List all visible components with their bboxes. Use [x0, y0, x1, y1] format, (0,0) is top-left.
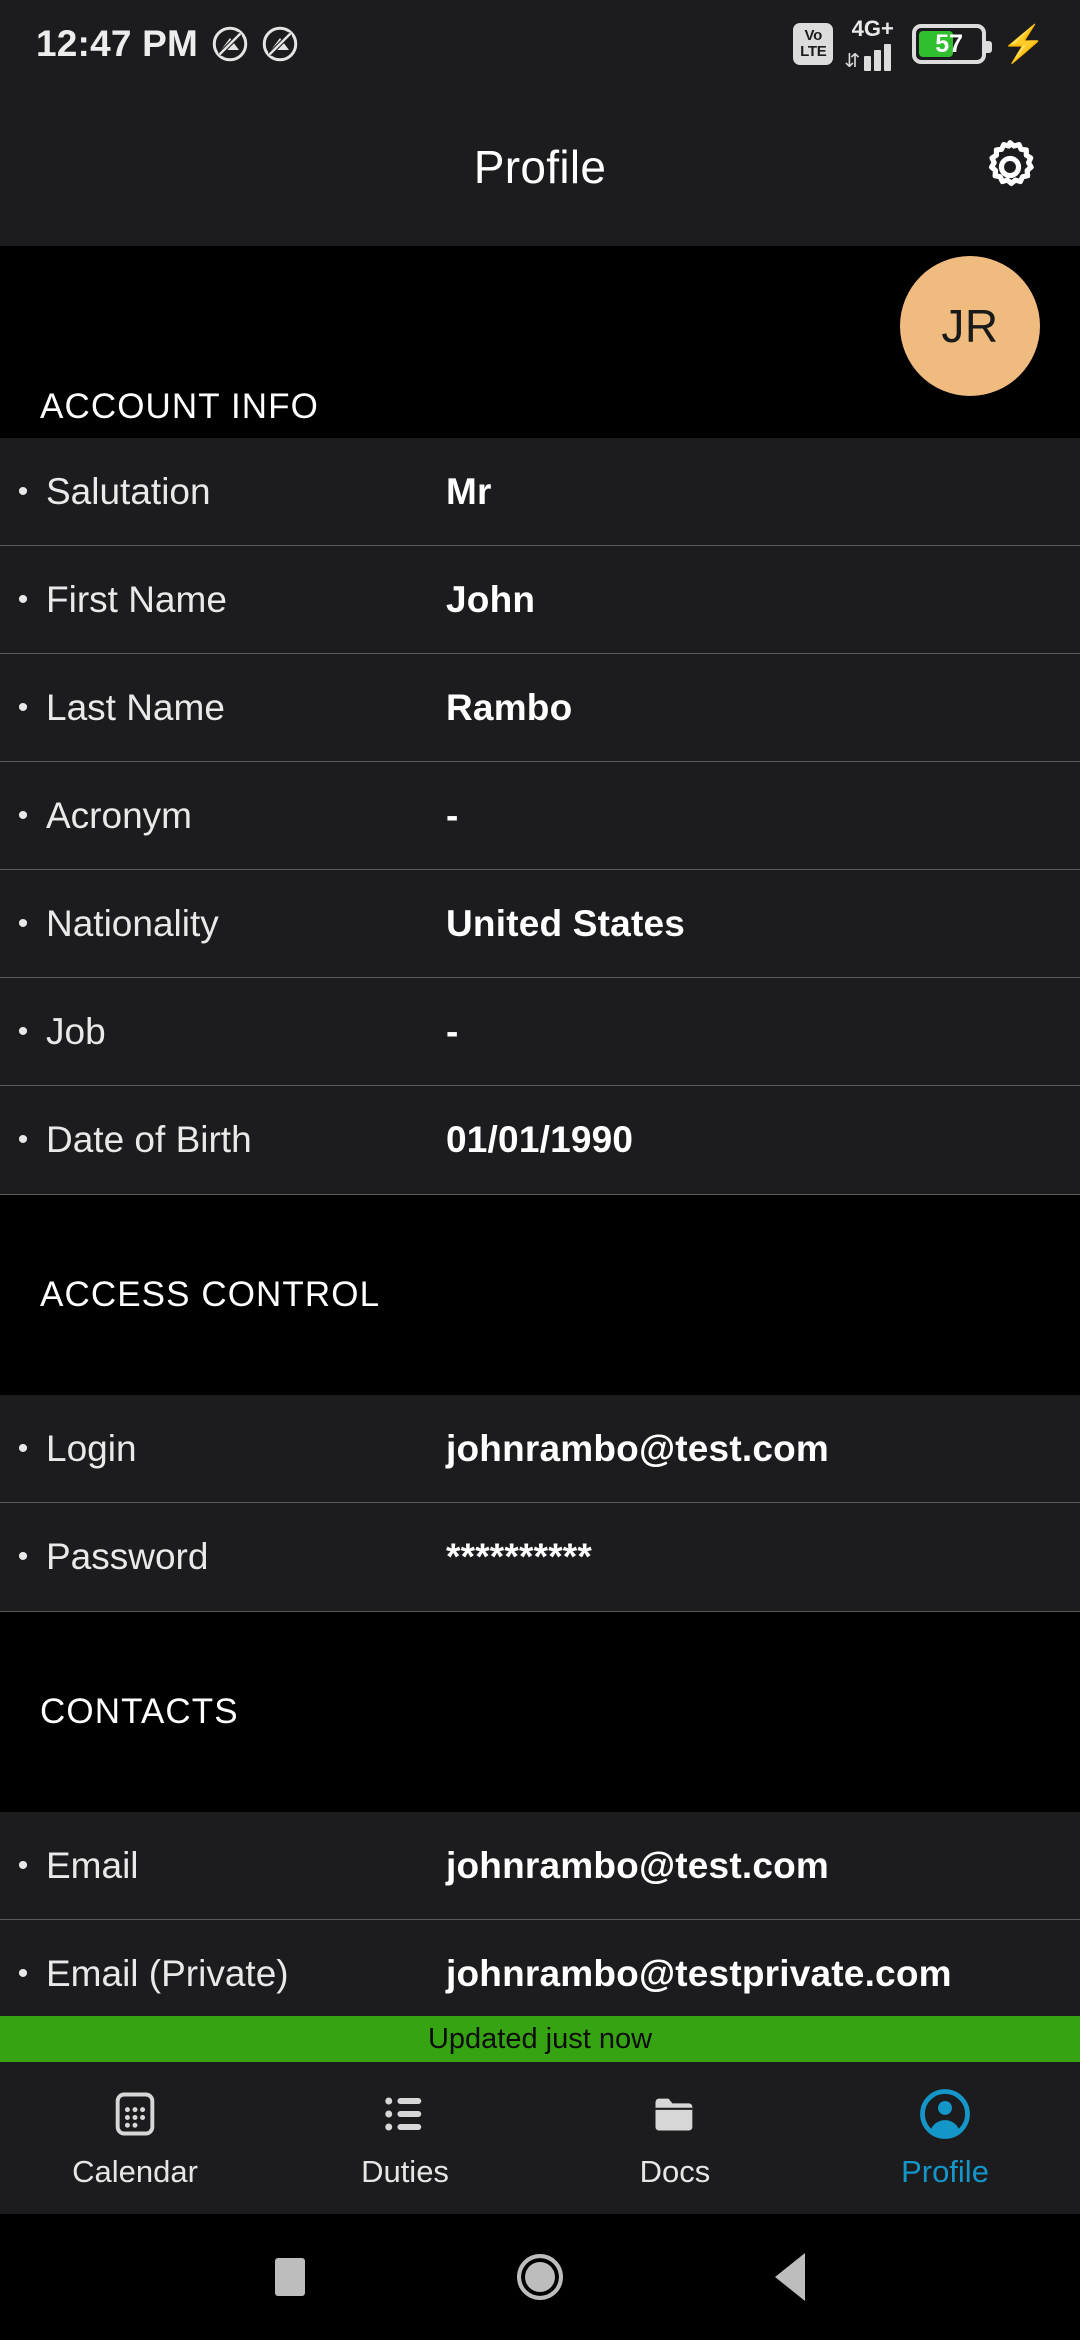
bullet-icon: • [17, 1014, 29, 1048]
section-header-contacts: CONTACTS [0, 1612, 1080, 1812]
row-label: Salutation [46, 470, 211, 512]
gear-icon [988, 140, 1034, 186]
bullet-icon: • [17, 1848, 29, 1882]
row-label: Acronym [46, 794, 192, 836]
table-row[interactable]: • Acronym - [0, 762, 1080, 870]
table-row[interactable]: • Date of Birth 01/01/1990 [0, 1086, 1080, 1194]
section-title: ACCOUNT INFO [40, 387, 319, 426]
section-title: CONTACTS [40, 1692, 239, 1731]
avatar[interactable]: JR [900, 256, 1040, 396]
nav-label: Duties [361, 2154, 449, 2189]
bullet-icon: • [17, 798, 29, 832]
square-icon[interactable] [275, 2258, 305, 2296]
system-navigation-bar [0, 2214, 1080, 2340]
row-value: Rambo [446, 686, 573, 728]
nav-item-docs[interactable]: Docs [540, 2062, 810, 2214]
row-value: 01/01/1990 [446, 1119, 634, 1160]
nav-item-duties[interactable]: Duties [270, 2062, 540, 2214]
lightning-bolt-icon: ⚡ [1001, 23, 1046, 64]
bullet-icon: • [17, 1957, 29, 1990]
row-label: Login [46, 1427, 137, 1469]
row-value: - [446, 794, 459, 836]
table-row[interactable]: • Last Name Rambo [0, 654, 1080, 762]
status-bar-right: Vo LTE 4G+ ⇵ 57 ⚡ [793, 15, 1046, 71]
triangle-back-icon[interactable] [775, 2253, 805, 2301]
section-title: ACCESS CONTROL [40, 1275, 381, 1314]
volte-icon: Vo LTE [793, 23, 834, 65]
row-value: ********** [446, 1536, 592, 1577]
bullet-icon: • [17, 582, 29, 616]
account-info-list: • Salutation Mr • First Name John • Last… [0, 438, 1080, 1194]
access-control-list: • Login johnrambo@test.com • Password **… [0, 1395, 1080, 1611]
bullet-icon: • [17, 690, 29, 724]
section-header-account-info: ACCOUNT INFO [0, 376, 1080, 438]
signal-indicator: 4G+ ⇵ [844, 15, 901, 71]
table-row[interactable]: • Email johnrambo@test.com [0, 1812, 1080, 1920]
row-value: United States [446, 902, 686, 944]
bullet-icon: • [17, 906, 29, 940]
battery-level-text: 57 [935, 30, 964, 58]
profile-content[interactable]: JR ACCOUNT INFO • Salutation Mr • First … [0, 246, 1080, 2017]
status-toast: Updated just now [0, 2016, 1080, 2062]
calendar-icon [109, 2086, 161, 2142]
row-label: Email (Private) [46, 1953, 289, 1994]
volte-bottom-text: LTE [800, 43, 827, 60]
row-value: John [446, 578, 536, 620]
row-value: - [446, 1010, 459, 1052]
mute-icon-2 [262, 26, 298, 62]
table-row[interactable]: • Salutation Mr [0, 438, 1080, 546]
avatar-initials: JR [941, 300, 999, 352]
nav-label: Calendar [72, 2154, 198, 2189]
bullet-icon: • [17, 1123, 29, 1156]
table-row[interactable]: • Job - [0, 978, 1080, 1086]
bottom-navigation: Calendar Duties Docs Profile [0, 2062, 1080, 2214]
row-label: Job [46, 1010, 106, 1052]
bullet-icon: • [17, 1431, 29, 1465]
row-label: Nationality [46, 902, 219, 944]
row-value: johnrambo@testprivate.com [446, 1953, 952, 1994]
table-row[interactable]: • Login johnrambo@test.com [0, 1395, 1080, 1503]
row-label: First Name [46, 578, 227, 620]
section-header-access-control: ACCESS CONTROL [0, 1195, 1080, 1395]
person-circle-icon [918, 2086, 972, 2142]
nav-label: Profile [901, 2154, 989, 2189]
table-row[interactable]: • Password ********** [0, 1503, 1080, 1611]
signal-bars-icon: ⇵ [844, 41, 901, 71]
volte-top-text: Vo [804, 27, 823, 44]
table-row[interactable]: • Nationality United States [0, 870, 1080, 978]
table-row[interactable]: • First Name John [0, 546, 1080, 654]
row-value: Mr [446, 470, 492, 512]
nav-label: Docs [639, 2154, 711, 2189]
nav-item-calendar[interactable]: Calendar [0, 2062, 270, 2214]
circle-icon[interactable] [517, 2254, 563, 2300]
folder-icon [649, 2086, 701, 2142]
row-value: johnrambo@test.com [446, 1844, 829, 1886]
status-bar: 12:47 PM Vo LTE 4G+ ⇵ 57 ⚡ [0, 0, 1080, 88]
network-type-label: 4G+ [851, 15, 894, 41]
list-icon [379, 2086, 431, 2142]
phone-screen: 12:47 PM Vo LTE 4G+ ⇵ 57 ⚡ Profile JR AC… [0, 0, 1080, 2340]
status-bar-clock: 12:47 PM [36, 23, 199, 64]
settings-button[interactable] [974, 131, 1046, 203]
app-bar: Profile [0, 88, 1080, 246]
bullet-icon: • [17, 1540, 29, 1573]
row-value: johnrambo@test.com [446, 1427, 829, 1469]
battery-icon: 57 [912, 24, 993, 64]
contacts-list: • Email johnrambo@test.com • Email (Priv… [0, 1812, 1080, 2017]
row-label: Last Name [46, 686, 225, 728]
bullet-icon: • [17, 474, 29, 508]
toast-message: Updated just now [427, 2022, 653, 2055]
row-label: Email [46, 1844, 139, 1886]
data-transfer-arrows-icon: ⇵ [844, 50, 861, 72]
status-bar-left: 12:47 PM [36, 23, 298, 65]
table-row[interactable]: • Email (Private) johnrambo@testprivate.… [0, 1920, 1080, 2017]
page-title: Profile [473, 141, 607, 193]
row-label: Date of Birth [46, 1119, 252, 1160]
nav-item-profile[interactable]: Profile [810, 2062, 1080, 2214]
row-label: Password [46, 1536, 209, 1577]
mute-icon-1 [212, 26, 248, 62]
avatar-zone: JR [0, 246, 1080, 396]
